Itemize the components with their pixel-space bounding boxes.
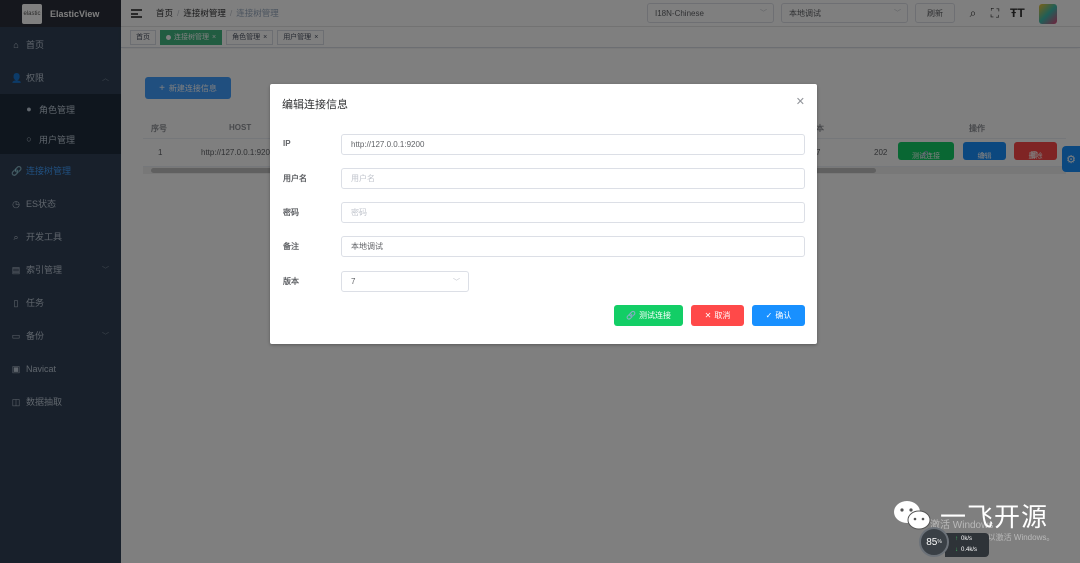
gauge-unit: % (937, 539, 942, 545)
remark-value: 本地调试 (351, 242, 383, 251)
password-placeholder: 密码 (351, 208, 367, 217)
edit-connection-dialog: 编辑连接信息 ✕ IP http://127.0.0.1:9200 用户名 用户… (270, 84, 817, 344)
password-input[interactable]: 密码 (341, 202, 805, 223)
network-speed-widget: ↑ 0k/s ↓ 0.4k/s 85% (919, 527, 989, 557)
chevron-down-icon: ﹀ (453, 278, 460, 286)
close-icon[interactable]: ✕ (796, 95, 805, 108)
ip-value: http://127.0.0.1:9200 (351, 140, 425, 149)
version-select[interactable]: 7 ﹀ (341, 271, 469, 292)
speed-panel: ↑ 0k/s ↓ 0.4k/s (945, 533, 989, 557)
confirm-button[interactable]: ✓ 确认 (752, 305, 805, 326)
password-label: 密码 (283, 208, 299, 217)
close-icon: ✕ (704, 311, 712, 320)
ip-input[interactable]: http://127.0.0.1:9200 (341, 134, 805, 155)
test-connection-button[interactable]: 🔗测试连接 (614, 305, 683, 326)
upload-arrow-icon: ↑ (955, 535, 958, 542)
test-connection-label: 测试连接 (638, 311, 671, 320)
dialog-title: 编辑连接信息 (282, 99, 348, 111)
version-label: 版本 (283, 277, 299, 286)
download-speed: 0.4k/s (961, 546, 978, 553)
cancel-label: 取消 (714, 311, 731, 320)
username-placeholder: 用户名 (351, 174, 375, 183)
upload-speed: 0k/s (961, 535, 973, 542)
download-arrow-icon: ↓ (955, 546, 958, 553)
remark-input[interactable]: 本地调试 (341, 236, 805, 257)
ip-label: IP (283, 139, 291, 148)
username-label: 用户名 (283, 174, 307, 183)
cpu-gauge: 85% (919, 527, 949, 557)
version-value: 7 (351, 277, 356, 286)
check-icon: ✓ (765, 311, 773, 320)
remark-label: 备注 (283, 242, 299, 251)
gauge-value: 85 (926, 536, 938, 548)
cancel-button[interactable]: ✕ 取消 (691, 305, 744, 326)
username-input[interactable]: 用户名 (341, 168, 805, 189)
link-icon: 🔗 (626, 311, 636, 320)
confirm-label: 确认 (775, 311, 792, 320)
